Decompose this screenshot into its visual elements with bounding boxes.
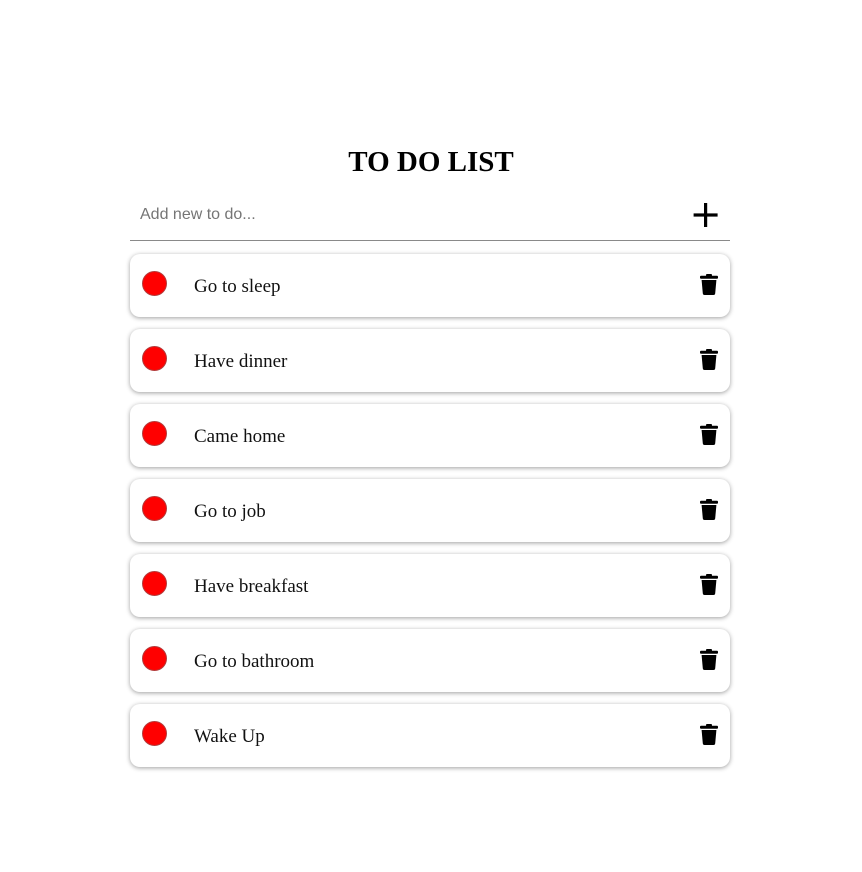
todo-item: Go to bathroom — [130, 629, 730, 692]
todo-text: Go to sleep — [194, 276, 281, 297]
todo-item: Wake Up — [130, 704, 730, 767]
todo-text: Came home — [194, 426, 286, 447]
todo-list: Go to sleep Have dinner Came home Go to … — [130, 254, 730, 779]
trash-icon — [700, 424, 718, 445]
todo-item: Go to sleep — [130, 254, 730, 317]
todo-text: Have dinner — [194, 351, 288, 372]
new-todo-input[interactable] — [130, 193, 670, 237]
todo-item: Have breakfast — [130, 554, 730, 617]
trash-icon — [700, 724, 718, 745]
todo-status-toggle[interactable] — [142, 646, 167, 671]
trash-icon — [700, 274, 718, 295]
todo-item: Go to job — [130, 479, 730, 542]
delete-todo-button[interactable] — [700, 574, 718, 595]
trash-icon — [700, 499, 718, 520]
todo-status-toggle[interactable] — [142, 421, 167, 446]
plus-icon — [693, 203, 718, 227]
delete-todo-button[interactable] — [700, 499, 718, 520]
todo-text: Go to job — [194, 501, 266, 522]
page-title: TO DO LIST — [348, 146, 514, 178]
delete-todo-button[interactable] — [700, 349, 718, 370]
trash-icon — [700, 649, 718, 670]
delete-todo-button[interactable] — [700, 724, 718, 745]
todo-text: Go to bathroom — [194, 651, 315, 672]
todo-status-toggle[interactable] — [142, 571, 167, 596]
todo-status-toggle[interactable] — [142, 346, 167, 371]
delete-todo-button[interactable] — [700, 649, 718, 670]
new-todo-form — [130, 193, 730, 241]
todo-item: Came home — [130, 404, 730, 467]
trash-icon — [700, 574, 718, 595]
add-todo-button[interactable] — [690, 199, 722, 231]
todo-status-toggle[interactable] — [142, 721, 167, 746]
todo-item: Have dinner — [130, 329, 730, 392]
delete-todo-button[interactable] — [700, 274, 718, 295]
todo-text: Have breakfast — [194, 576, 309, 597]
trash-icon — [700, 349, 718, 370]
todo-status-toggle[interactable] — [142, 271, 167, 296]
delete-todo-button[interactable] — [700, 424, 718, 445]
todo-text: Wake Up — [194, 726, 265, 747]
todo-status-toggle[interactable] — [142, 496, 167, 521]
